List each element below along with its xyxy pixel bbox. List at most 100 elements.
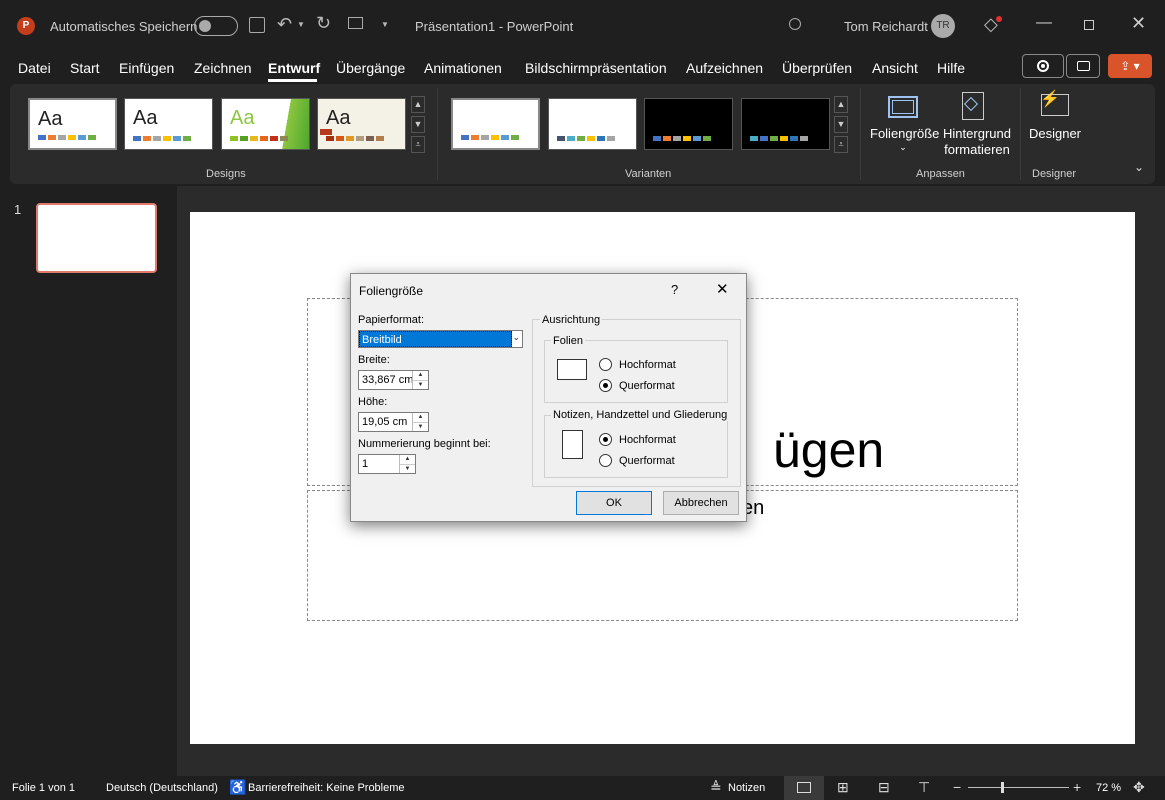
slide-thumbnail[interactable] [36,203,157,273]
zoom-in-icon[interactable]: + [1073,779,1081,795]
collapse-ribbon-icon[interactable]: ⌄ [1134,160,1144,174]
slide-counter: Folie 1 von 1 [12,782,75,794]
tab-hilfe[interactable]: Hilfe [937,60,965,76]
numbering-down-icon[interactable]: ▼ [400,464,415,473]
height-up-icon[interactable]: ▲ [413,413,428,422]
variant-thumbnail-1[interactable] [451,98,540,150]
designs-more[interactable]: ⩡ [411,136,425,153]
theme-thumbnail-facette[interactable]: Aa [221,98,310,150]
slide-thumbnail-pane: 1 [0,186,177,776]
zoom-level[interactable]: 72 % [1096,782,1121,794]
accessibility-icon[interactable]: ♿ [229,779,246,796]
slideshow-icon[interactable]: ⊤ [918,779,930,796]
designer-icon: ⚡ [1040,91,1069,116]
dialog-close-icon[interactable]: ✕ [716,280,729,298]
tab-datei[interactable]: Datei [18,60,51,76]
accessibility-status[interactable]: Barrierefreiheit: Keine Probleme [248,782,405,794]
tab-aufzeichnen[interactable]: Aufzeichnen [686,60,763,76]
slide-size-dialog: Foliengröße ? ✕ Papierformat: Breitbild … [350,273,747,522]
slides-portrait-label[interactable]: Hochformat [619,359,676,371]
presentation-icon[interactable] [348,17,363,29]
tab-animationen[interactable]: Animationen [424,60,502,76]
zoom-slider-thumb[interactable] [1001,782,1004,793]
slide-size-button[interactable]: Foliengröße ⌄ [870,88,939,160]
variants-more[interactable]: ⩡ [834,136,848,153]
undo-dropdown-icon[interactable]: ▼ [297,20,305,29]
variants-scroll-down[interactable]: ▼ [834,116,848,133]
slide-sorter-icon[interactable]: ⊞ [837,779,849,796]
height-down-icon[interactable]: ▼ [413,422,428,431]
language-indicator[interactable]: Deutsch (Deutschland) [106,782,218,794]
search-icon[interactable] [789,18,801,30]
numbering-stepper[interactable]: 1 ▲ ▼ [358,454,416,474]
tab-ueberpruefen[interactable]: Überprüfen [782,60,852,76]
record-button[interactable] [1022,54,1064,78]
designs-scroll-up[interactable]: ▲ [411,96,425,113]
undo-icon[interactable]: ↶ [277,14,292,35]
notes-icon[interactable]: ≜ [710,779,722,796]
notes-landscape-radio[interactable] [599,454,612,467]
help-button[interactable]: ? [671,282,678,297]
zoom-out-icon[interactable]: − [953,779,961,795]
numbering-up-icon[interactable]: ▲ [400,455,415,464]
variant-thumbnail-2[interactable] [548,98,637,150]
autosave-label: Automatisches Speichern [50,19,198,34]
maximize-icon[interactable] [1084,20,1094,30]
zoom-slider[interactable] [968,782,1069,793]
designer-button[interactable]: ⚡ Designer [1025,88,1085,160]
portrait-page-icon [562,430,583,459]
avatar[interactable]: TR [931,14,955,38]
designs-group-label: Designs [206,168,246,180]
chevron-down-icon: ⌄ [512,332,520,342]
tab-zeichnen[interactable]: Zeichnen [194,60,252,76]
powerpoint-logo-icon: P [17,17,35,35]
save-icon[interactable] [249,17,265,33]
tab-start[interactable]: Start [70,60,100,76]
redo-icon[interactable]: ↻ [316,13,331,34]
theme-thumbnail-2[interactable]: Aa [124,98,213,150]
slides-landscape-label[interactable]: Querformat [619,380,675,392]
tab-entwurf[interactable]: Entwurf [268,60,320,76]
normal-view-button[interactable] [784,776,824,800]
notes-portrait-label[interactable]: Hochformat [619,434,676,446]
chevron-down-icon: ⌄ [899,142,907,152]
cancel-button[interactable]: Abbrechen [663,491,739,515]
fit-to-window-icon[interactable]: ✥ [1133,779,1145,796]
tab-uebergaenge[interactable]: Übergänge [336,60,405,76]
share-button[interactable]: ⇪ ▾ [1108,54,1152,78]
customize-toolbar-icon[interactable]: ▼ [381,20,389,29]
width-stepper[interactable]: 33,867 cm ▲ ▼ [358,370,429,390]
height-stepper[interactable]: 19,05 cm ▲ ▼ [358,412,429,432]
reading-view-icon[interactable]: ⊟ [878,779,890,796]
autosave-toggle[interactable] [194,16,238,36]
minimize-icon[interactable]: — [1036,14,1052,32]
notes-button[interactable]: Notizen [728,782,765,794]
slide-size-icon [888,96,918,118]
theme-thumbnail-office[interactable]: Aa [28,98,117,150]
height-label: Höhe: [358,396,388,408]
designs-scroll-down[interactable]: ▼ [411,116,425,133]
ok-button[interactable]: OK [576,491,652,515]
comment-icon [1077,61,1090,71]
slides-label: Folien [551,335,585,347]
paper-format-select[interactable]: Breitbild ⌄ [358,330,523,348]
comments-button[interactable] [1066,54,1100,78]
slides-landscape-radio[interactable] [599,379,612,392]
tab-ansicht[interactable]: Ansicht [872,60,918,76]
user-name: Tom Reichardt [844,19,928,34]
slides-portrait-radio[interactable] [599,358,612,371]
close-icon[interactable]: ✕ [1131,13,1146,34]
notes-landscape-label[interactable]: Querformat [619,455,675,467]
theme-thumbnail-4[interactable]: Aa [317,98,406,150]
variant-thumbnail-3[interactable] [644,98,733,150]
tab-bildschirmpraesentation[interactable]: Bildschirmpräsentation [525,60,667,76]
tab-einfuegen[interactable]: Einfügen [119,60,174,76]
variants-scroll-up[interactable]: ▲ [834,96,848,113]
width-down-icon[interactable]: ▼ [413,380,428,389]
variant-thumbnail-4[interactable] [741,98,830,150]
notes-portrait-radio[interactable] [599,433,612,446]
width-up-icon[interactable]: ▲ [413,371,428,380]
width-label: Breite: [358,354,390,366]
title-bar: P Automatisches Speichern ↶ ▼ ↻ ▼ Präsen… [0,0,1165,52]
format-background-button[interactable]: Hintergrund formatieren [940,88,1014,160]
